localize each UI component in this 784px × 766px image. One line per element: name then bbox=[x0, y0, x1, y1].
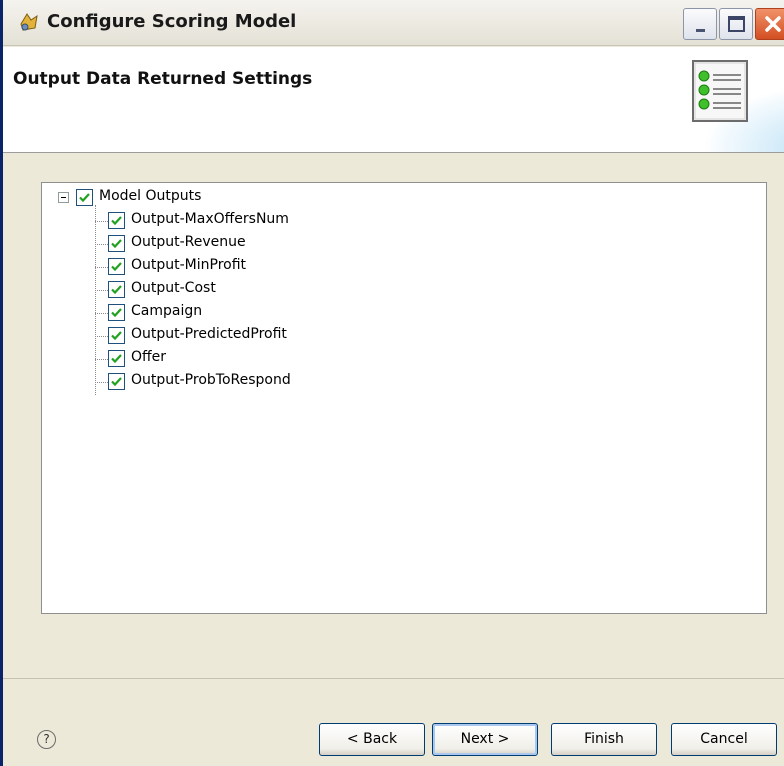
tree-connector bbox=[95, 336, 108, 337]
maximize-icon bbox=[728, 16, 745, 32]
tree-item[interactable]: Output-MinProfit bbox=[42, 256, 462, 278]
next-button[interactable]: Next > bbox=[432, 723, 538, 756]
minimize-icon bbox=[696, 29, 705, 32]
tree-connector bbox=[95, 290, 108, 291]
close-icon bbox=[763, 12, 783, 36]
window-title: Configure Scoring Model bbox=[47, 11, 297, 32]
tree-item[interactable]: Campaign bbox=[42, 302, 462, 324]
tree-item[interactable]: Output-MaxOffersNum bbox=[42, 210, 462, 232]
minimize-button[interactable] bbox=[683, 8, 717, 40]
finish-button[interactable]: Finish bbox=[551, 723, 657, 756]
tree-root-label: Model Outputs bbox=[99, 188, 202, 204]
tree-root-row[interactable]: Model Outputs bbox=[42, 187, 462, 209]
cancel-button[interactable]: Cancel bbox=[671, 723, 777, 756]
tree-connector bbox=[95, 313, 108, 314]
tree-item[interactable]: Offer bbox=[42, 348, 462, 370]
tree-item-checkbox[interactable] bbox=[108, 258, 125, 275]
tree-connector bbox=[95, 359, 108, 360]
tree-item-checkbox[interactable] bbox=[108, 304, 125, 321]
wizard-footer: ? < Back Next > Finish Cancel bbox=[3, 678, 784, 766]
tree-connector bbox=[95, 221, 108, 222]
tree-item[interactable]: Output-ProbToRespond bbox=[42, 371, 462, 393]
tree-item-label: Output-ProbToRespond bbox=[131, 372, 291, 388]
tree-item-checkbox[interactable] bbox=[108, 350, 125, 367]
help-icon[interactable]: ? bbox=[37, 730, 56, 749]
tree-connector bbox=[95, 267, 108, 268]
tree-item-checkbox[interactable] bbox=[108, 281, 125, 298]
tree-item-label: Campaign bbox=[131, 303, 203, 319]
tree-item-label: Output-PredictedProfit bbox=[131, 326, 287, 342]
wizard-header: Output Data Returned Settings bbox=[3, 47, 784, 153]
tree-item-label: Output-Revenue bbox=[131, 234, 246, 250]
tree-item-label: Offer bbox=[131, 349, 167, 365]
model-outputs-tree[interactable]: Model Outputs Output-MaxOffersNum Output… bbox=[41, 182, 767, 614]
title-bar[interactable]: Configure Scoring Model bbox=[3, 0, 784, 46]
scoring-model-icon bbox=[17, 10, 41, 34]
tree-item[interactable]: Output-Revenue bbox=[42, 233, 462, 255]
tree-item-checkbox[interactable] bbox=[108, 212, 125, 229]
page-title: Output Data Returned Settings bbox=[13, 69, 313, 89]
maximize-button[interactable] bbox=[719, 8, 753, 40]
tree-item-label: Output-Cost bbox=[131, 280, 216, 296]
tree-item-checkbox[interactable] bbox=[108, 327, 125, 344]
tree-item[interactable]: Output-PredictedProfit bbox=[42, 325, 462, 347]
configure-scoring-model-dialog: Configure Scoring Model Output Data Retu… bbox=[0, 0, 784, 766]
tree-connector bbox=[95, 382, 108, 383]
collapse-toggle-icon[interactable] bbox=[58, 192, 69, 203]
back-button[interactable]: < Back bbox=[319, 723, 425, 756]
list-settings-icon bbox=[689, 59, 753, 123]
tree-connector bbox=[95, 244, 108, 245]
close-button[interactable] bbox=[755, 8, 784, 40]
tree-item-label: Output-MaxOffersNum bbox=[131, 211, 289, 227]
tree-item-checkbox[interactable] bbox=[108, 373, 125, 390]
tree-item[interactable]: Output-Cost bbox=[42, 279, 462, 301]
tree-item-checkbox[interactable] bbox=[108, 235, 125, 252]
wizard-content: Model Outputs Output-MaxOffersNum Output… bbox=[3, 154, 784, 678]
tree-root-checkbox[interactable] bbox=[76, 189, 93, 206]
tree-item-label: Output-MinProfit bbox=[131, 257, 247, 273]
